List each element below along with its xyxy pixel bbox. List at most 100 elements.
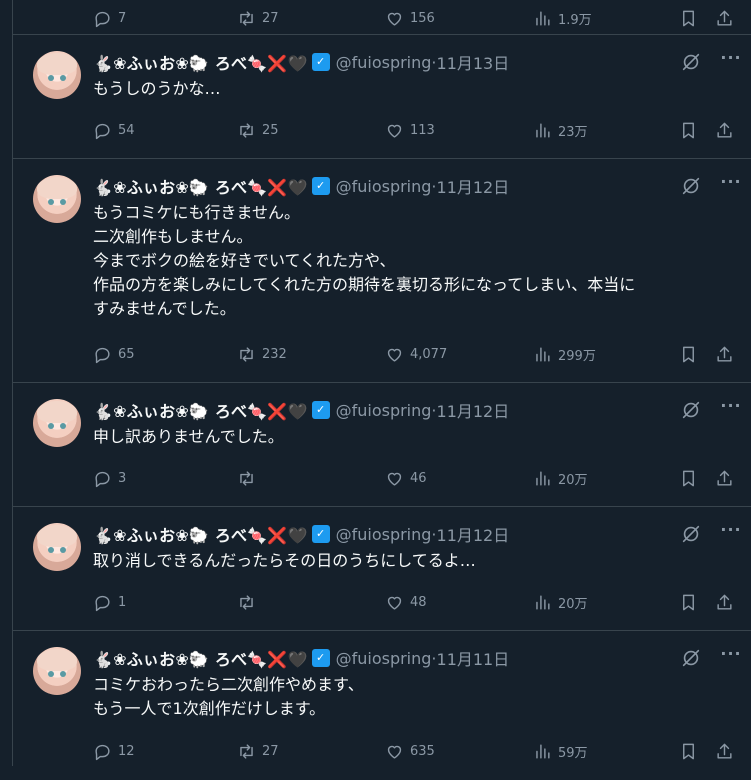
display-name[interactable]: 🐇❀ふぃお❀🐑 ろべ🍬❌🖤 <box>93 398 308 422</box>
tweet[interactable]: 🐇❀ふぃお❀🐑 ろべ🍬❌🖤 ✓ @fuiospring · 11月12日 ···… <box>13 158 751 383</box>
like-count: 4,077 <box>410 346 448 362</box>
bookmark-icon <box>679 345 698 364</box>
retweet-button[interactable]: 232 <box>237 343 287 365</box>
grok-icon[interactable] <box>680 51 702 73</box>
avatar[interactable] <box>33 647 81 695</box>
share-button[interactable] <box>715 740 740 762</box>
retweet-count: 232 <box>262 346 287 362</box>
avatar[interactable] <box>33 523 81 571</box>
views-button[interactable]: 299万 <box>533 343 596 365</box>
reply-button[interactable]: 54 <box>93 119 135 141</box>
bookmark-button[interactable] <box>679 740 704 762</box>
avatar[interactable] <box>33 51 81 99</box>
tweet-date[interactable]: 11月12日 <box>437 522 510 546</box>
views-icon <box>533 345 552 364</box>
bookmark-icon <box>679 121 698 140</box>
more-icon[interactable]: ··· <box>720 646 742 669</box>
bookmark-button[interactable] <box>679 7 704 29</box>
more-icon[interactable]: ··· <box>720 50 742 73</box>
share-icon <box>715 469 734 488</box>
retweet-button[interactable]: 27 <box>237 740 279 762</box>
views-icon <box>533 469 552 488</box>
grok-icon[interactable] <box>680 175 702 197</box>
reply-button[interactable]: 3 <box>93 467 126 489</box>
avatar[interactable] <box>33 175 81 223</box>
more-icon[interactable]: ··· <box>720 398 742 421</box>
bookmark-button[interactable] <box>679 343 704 365</box>
bookmark-button[interactable] <box>679 467 704 489</box>
handle[interactable]: @fuiospring <box>336 401 432 420</box>
tweet-text: もうコミケにも行きません。 二次創作もしません。 今までボクの絵を好きでいてくれ… <box>93 203 636 318</box>
tweet-date[interactable]: 11月13日 <box>437 50 510 74</box>
tweet-header: 🐇❀ふぃお❀🐑 ろべ🍬❌🖤 ✓ @fuiospring · 11月13日 ··· <box>93 50 742 74</box>
tweet-date[interactable]: 11月12日 <box>437 398 510 422</box>
reply-button[interactable]: 1 <box>93 591 126 613</box>
like-button[interactable]: 46 <box>385 467 427 489</box>
tweet-text: コミケおわったら二次創作やめます、 もう一人で1次創作だけします。 <box>93 675 364 718</box>
bookmark-icon <box>679 9 698 28</box>
like-icon <box>385 9 404 28</box>
tweet-date[interactable]: 11月12日 <box>437 174 510 198</box>
reply-button[interactable]: 12 <box>93 740 135 762</box>
tweet-text: 取り消しできるんだったらその日のうちにしてるよ… <box>93 551 476 570</box>
share-button[interactable] <box>715 591 740 613</box>
like-button[interactable]: 156 <box>385 7 435 29</box>
share-icon <box>715 593 734 612</box>
views-button[interactable]: 59万 <box>533 740 588 762</box>
bookmark-button[interactable] <box>679 591 704 613</box>
views-button[interactable]: 20万 <box>533 467 588 489</box>
bookmark-button[interactable] <box>679 119 704 141</box>
views-count: 23万 <box>558 124 588 140</box>
display-name[interactable]: 🐇❀ふぃお❀🐑 ろべ🍬❌🖤 <box>93 50 308 74</box>
grok-icon[interactable] <box>680 647 702 669</box>
grok-icon[interactable] <box>680 399 702 421</box>
like-button[interactable]: 48 <box>385 591 427 613</box>
retweet-button[interactable]: 25 <box>237 119 279 141</box>
views-icon <box>533 121 552 140</box>
share-button[interactable] <box>715 119 740 141</box>
views-button[interactable]: 1.9万 <box>533 7 592 29</box>
share-button[interactable] <box>715 467 740 489</box>
reply-button[interactable]: 7 <box>93 7 126 29</box>
tweet[interactable]: 🐇❀ふぃお❀🐑 ろべ🍬❌🖤 ✓ @fuiospring · 11月12日 ···… <box>13 382 751 507</box>
views-count: 59万 <box>558 745 588 761</box>
tweet[interactable]: 🐇❀ふぃお❀🐑 ろべ🍬❌🖤 ✓ @fuiospring · 11月13日 ···… <box>13 34 751 159</box>
views-button[interactable]: 23万 <box>533 119 588 141</box>
display-name[interactable]: 🐇❀ふぃお❀🐑 ろべ🍬❌🖤 <box>93 646 308 670</box>
handle[interactable]: @fuiospring <box>336 177 432 196</box>
views-count: 20万 <box>558 472 588 488</box>
share-button[interactable] <box>715 7 740 29</box>
like-count: 48 <box>410 594 427 610</box>
retweet-icon <box>237 469 256 488</box>
handle[interactable]: @fuiospring <box>336 525 432 544</box>
views-icon <box>533 742 552 761</box>
more-icon[interactable]: ··· <box>720 522 742 545</box>
reply-count: 65 <box>118 346 135 362</box>
like-button[interactable]: 635 <box>385 740 435 762</box>
tweet-header: 🐇❀ふぃお❀🐑 ろべ🍬❌🖤 ✓ @fuiospring · 11月12日 ··· <box>93 174 742 198</box>
retweet-icon <box>237 9 256 28</box>
tweet-actions: 12 27 635 59万 <box>93 740 742 762</box>
display-name[interactable]: 🐇❀ふぃお❀🐑 ろべ🍬❌🖤 <box>93 522 308 546</box>
handle[interactable]: @fuiospring <box>336 649 432 668</box>
like-button[interactable]: 4,077 <box>385 343 447 365</box>
reply-button[interactable]: 65 <box>93 343 135 365</box>
retweet-button[interactable]: 27 <box>237 7 279 29</box>
display-name[interactable]: 🐇❀ふぃお❀🐑 ろべ🍬❌🖤 <box>93 174 308 198</box>
handle[interactable]: @fuiospring <box>336 53 432 72</box>
more-icon[interactable]: ··· <box>720 174 742 197</box>
avatar[interactable] <box>33 399 81 447</box>
grok-icon[interactable] <box>680 523 702 545</box>
tweet-date[interactable]: 11月11日 <box>437 646 510 670</box>
tweet[interactable]: 🐇❀ふぃお❀🐑 ろべ🍬❌🖤 ✓ @fuiospring · 11月12日 ···… <box>13 506 751 631</box>
verified-badge: ✓ <box>311 649 330 667</box>
retweet-button[interactable] <box>237 467 262 489</box>
tweet[interactable]: 🐇❀ふぃお❀🐑 ろべ🍬❌🖤 ✓ @fuiospring · 11月11日 ···… <box>13 630 751 780</box>
share-button[interactable] <box>715 343 740 365</box>
views-button[interactable]: 20万 <box>533 591 588 613</box>
retweet-icon <box>237 742 256 761</box>
retweet-button[interactable] <box>237 591 262 613</box>
bookmark-icon <box>679 469 698 488</box>
tweet-actions: 65 232 4,077 299万 <box>93 343 742 365</box>
like-button[interactable]: 113 <box>385 119 435 141</box>
